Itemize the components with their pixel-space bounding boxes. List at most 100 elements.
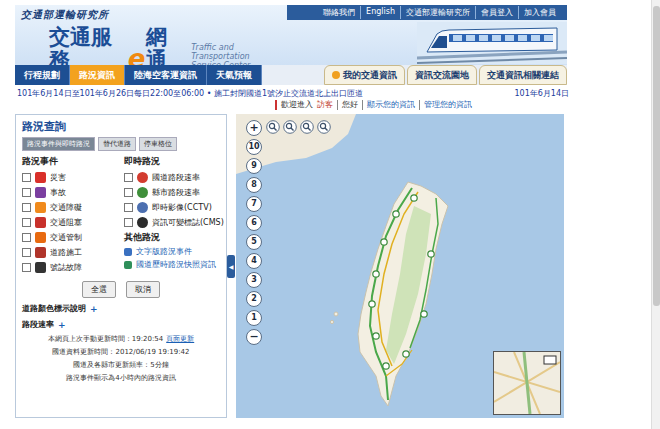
nav-right-tabs: 我的交通資訊資訊交流園地交通資訊相關連結 (262, 65, 567, 85)
checkbox[interactable] (124, 173, 133, 182)
top-link[interactable]: English (360, 6, 400, 19)
layer-option[interactable]: 縣市路段速率 (124, 186, 220, 198)
layer-icon (137, 187, 148, 198)
scroll-thumb[interactable] (653, 6, 660, 306)
zoom-level[interactable]: 10 (246, 139, 262, 155)
option-label: 交通阻塞 (50, 217, 82, 228)
section-title: 路況事件 (22, 156, 118, 168)
refresh-link[interactable]: 頁面更新 (166, 335, 194, 343)
checkbox[interactable] (22, 188, 31, 197)
zoom-level[interactable]: 2 (246, 291, 262, 307)
nav-right-tab[interactable]: 交通資訊相關連結 (479, 65, 567, 85)
layer-option[interactable]: 交通管制 (22, 231, 118, 243)
top-link[interactable]: 聯絡我們 (318, 6, 360, 19)
event-icon (35, 262, 46, 273)
zoom-level[interactable]: 9 (246, 158, 262, 174)
layer-option[interactable]: 交通阻塞 (22, 216, 118, 228)
layer-option[interactable]: 資訊可變標誌(CMS) (124, 216, 220, 228)
checkbox[interactable] (22, 203, 31, 212)
zoom-level[interactable]: 7 (246, 196, 262, 212)
layer-option[interactable]: 災害 (22, 171, 118, 183)
layer-option[interactable]: 道路施工 (22, 246, 118, 258)
zoom-out-button[interactable]: − (246, 329, 262, 345)
nav-tab[interactable]: 路況資訊 (70, 65, 125, 85)
checkbox[interactable] (124, 218, 133, 227)
legend-toggle[interactable]: 道路顏色標示說明+ (22, 303, 220, 314)
layer-icon (137, 172, 148, 183)
zoom-level[interactable]: 5 (246, 234, 262, 250)
overview-map[interactable] (493, 351, 561, 415)
zoom-in-button[interactable]: + (246, 120, 262, 136)
nav-tab[interactable]: 陸海空客運資訊 (125, 65, 207, 85)
magnifier-icon[interactable] (266, 120, 280, 134)
top-link[interactable]: 會員登入 (475, 6, 518, 19)
mode-tab[interactable]: 路況事件與即時路況 (22, 137, 95, 151)
other-link[interactable]: 文字版路況事件 (124, 247, 220, 257)
welcome-item[interactable]: 訪客 (317, 100, 337, 110)
option-label: 即時影像(CCTV) (152, 202, 212, 213)
checkbox[interactable] (22, 173, 31, 182)
zoom-level[interactable]: 6 (246, 215, 262, 231)
main-area: 路況查詢路況事件與即時路況替代道路停車格位路況事件災害事故交通障礙交通阻塞交通管… (15, 114, 567, 418)
option-label: 事故 (50, 187, 66, 198)
site-header: 交通部運輸研究所交通服務e網通Traffic and Transportatio… (15, 5, 567, 65)
checkbox[interactable] (22, 248, 31, 257)
nav-right-tab[interactable]: 資訊交流園地 (407, 65, 477, 85)
checkbox[interactable] (22, 233, 31, 242)
zoom-control: +10 9 8 7 6 5 4 3 2 1 − (246, 120, 262, 345)
notice-date: 101年6月14日 (514, 88, 569, 99)
layer-option[interactable]: 號誌故障 (22, 261, 118, 273)
link-icon (124, 261, 132, 269)
brand[interactable]: 交通部運輸研究所交通服務e網通Traffic and Transportatio… (15, 5, 287, 65)
action-button[interactable]: 全選 (82, 281, 116, 298)
layer-option[interactable]: 事故 (22, 186, 118, 198)
collapse-button[interactable]: ◀ (227, 114, 235, 418)
checkbox[interactable] (124, 188, 133, 197)
overview-map-icon (494, 352, 560, 414)
nav-right-tab[interactable]: 我的交通資訊 (324, 65, 405, 85)
welcome-item[interactable]: 顯示您的資訊 (362, 100, 419, 110)
zoom-level[interactable]: 8 (246, 177, 262, 193)
zoom-level[interactable]: 3 (246, 272, 262, 288)
magnifier-icon[interactable] (283, 120, 297, 134)
map[interactable]: +10 9 8 7 6 5 4 3 2 1 − (236, 114, 564, 418)
top-link[interactable]: 加入會員 (518, 6, 561, 19)
option-label: 災害 (50, 172, 66, 183)
layer-option[interactable]: 即時影像(CCTV) (124, 201, 220, 213)
option-label: 交通障礙 (50, 202, 82, 213)
checkbox[interactable] (124, 203, 133, 212)
layer-options: 路況事件災害事故交通障礙交通阻塞交通管制道路施工號誌故障即時路況國道路段速率縣市… (22, 155, 220, 273)
magnifier-icon[interactable] (317, 120, 331, 134)
welcome-item[interactable]: 管理您的資訊 (419, 100, 476, 110)
zoom-level[interactable]: 4 (246, 253, 262, 269)
event-icon (35, 202, 46, 213)
option-label: 交通管制 (50, 232, 82, 243)
nav-tab[interactable]: 天氣預報 (207, 65, 262, 85)
event-icon (35, 247, 46, 258)
nav-tab[interactable]: 行程規劃 (15, 65, 70, 85)
welcome-item[interactable]: 您好 (337, 100, 362, 110)
other-link[interactable]: 國道歷時路況快照資訊 (124, 260, 220, 270)
top-link[interactable]: 交通部運輸研究所 (400, 6, 475, 19)
info-line: 路況事件顯示為4小時內的路況資訊 (66, 373, 175, 383)
page: 交通部運輸研究所交通服務e網通Traffic and Transportatio… (0, 0, 651, 429)
layer-option[interactable]: 交通障礙 (22, 201, 118, 213)
legend-label: 路段速率 (22, 319, 54, 330)
layer-option[interactable]: 國道路段速率 (124, 171, 220, 183)
marquee[interactable]: 101年6月14日至101年6月26日每日22:00至06:00 • 施工封閉國… (17, 88, 363, 99)
zoom-level[interactable]: 1 (246, 310, 262, 326)
checkbox[interactable] (22, 263, 31, 272)
magnifier-icon[interactable] (300, 120, 314, 134)
action-button[interactable]: 取消 (126, 281, 160, 298)
plus-icon: + (58, 320, 66, 330)
link-label: 國道歷時路況快照資訊 (136, 260, 216, 270)
legend-toggle[interactable]: 路段速率 + (22, 319, 220, 330)
info-line: 國道資料更新時間：2012/06/19 19:19:42 (52, 347, 189, 357)
mode-tab[interactable]: 停車格位 (139, 137, 177, 151)
welcome-item: 歡迎進入 (275, 100, 317, 110)
live-column: 即時路況國道路段速率縣市路段速率即時影像(CCTV)資訊可變標誌(CMS)其他路… (124, 155, 220, 273)
mode-tab[interactable]: 替代道路 (98, 137, 136, 151)
checkbox[interactable] (22, 218, 31, 227)
plus-icon: + (90, 304, 98, 314)
scrollbar[interactable] (651, 0, 660, 429)
